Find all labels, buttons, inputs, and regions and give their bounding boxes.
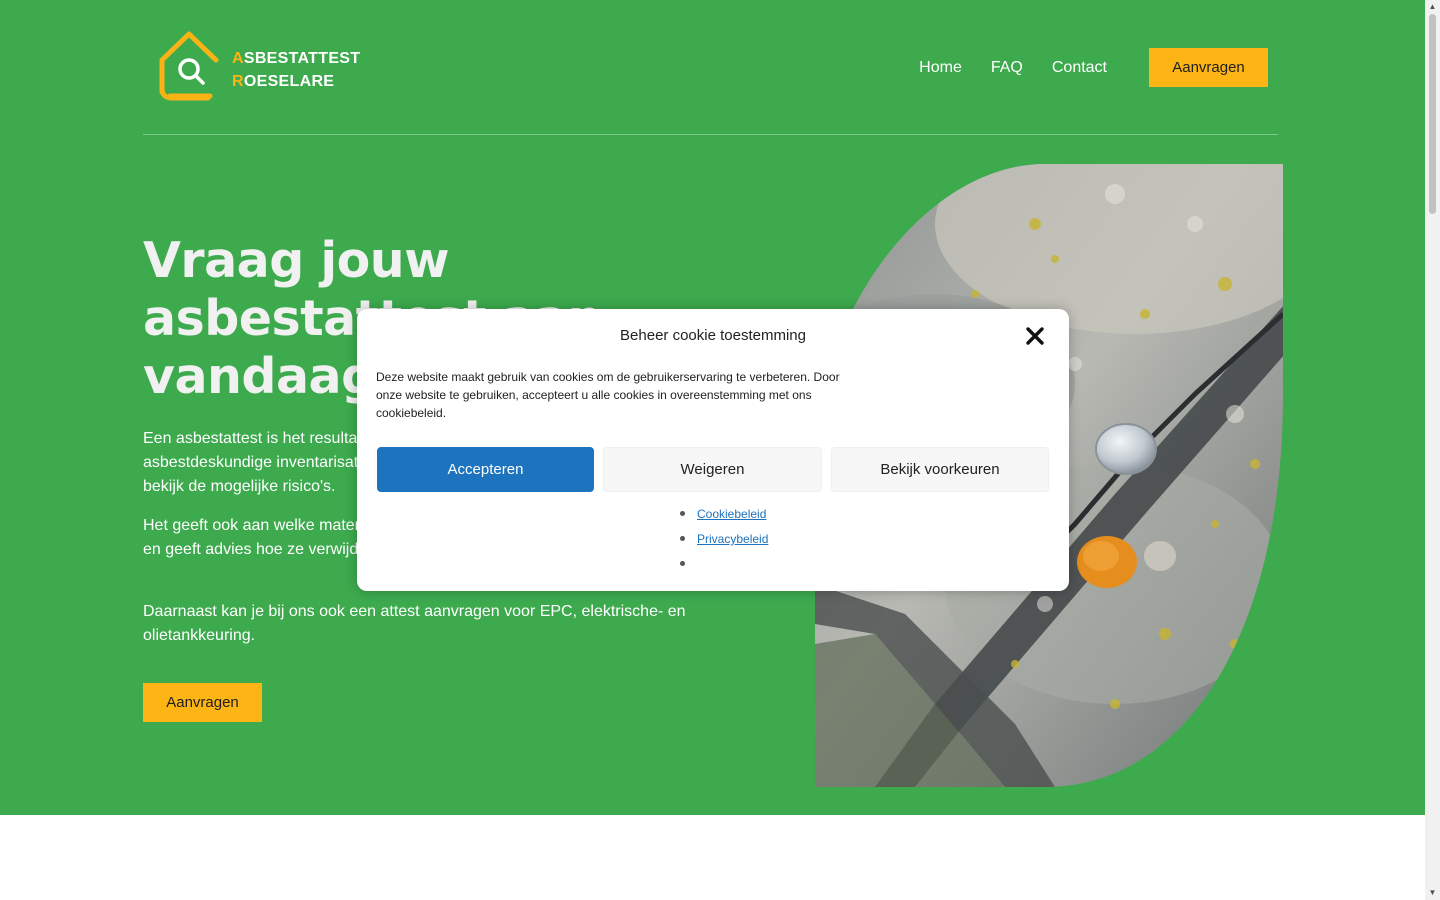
header-divider bbox=[143, 134, 1278, 135]
hero-aanvragen-button[interactable]: Aanvragen bbox=[143, 683, 262, 722]
nav-faq[interactable]: FAQ bbox=[991, 49, 1023, 87]
view-preferences-button[interactable]: Bekijk voorkeuren bbox=[831, 447, 1049, 492]
scrollbar-thumb[interactable] bbox=[1429, 14, 1436, 214]
cookie-policy-links: Cookiebeleid Privacybeleid bbox=[679, 505, 768, 580]
nav-home[interactable]: Home bbox=[919, 49, 962, 87]
nav-contact[interactable]: Contact bbox=[1052, 49, 1107, 87]
main-nav: Home FAQ Contact Aanvragen bbox=[919, 48, 1268, 87]
house-search-icon bbox=[159, 31, 219, 101]
deny-cookies-button[interactable]: Weigeren bbox=[603, 447, 822, 492]
close-icon[interactable] bbox=[1023, 324, 1047, 348]
logo-wordmark: ASBESTATTEST ROESELARE bbox=[232, 50, 361, 90]
accept-cookies-button[interactable]: Accepteren bbox=[377, 447, 594, 492]
list-item: Privacybeleid bbox=[679, 530, 768, 555]
cookie-policy-link[interactable]: Cookiebeleid bbox=[697, 507, 766, 521]
list-item bbox=[679, 555, 768, 580]
list-item: Cookiebeleid bbox=[679, 505, 768, 530]
cookie-consent-modal: Beheer cookie toestemming Deze website m… bbox=[357, 309, 1069, 591]
nav-aanvragen-button[interactable]: Aanvragen bbox=[1149, 48, 1268, 87]
cookie-modal-message: Deze website maakt gebruik van cookies o… bbox=[376, 370, 840, 420]
page-scrollbar[interactable]: ▲ ▼ bbox=[1425, 0, 1440, 900]
scroll-down-icon[interactable]: ▼ bbox=[1425, 886, 1440, 900]
site-logo[interactable]: ASBESTATTEST ROESELARE bbox=[158, 30, 360, 102]
scroll-up-icon[interactable]: ▲ bbox=[1425, 0, 1440, 14]
cookie-modal-title: Beheer cookie toestemming bbox=[620, 327, 806, 344]
hero-paragraph-3: Daarnaast kan je bij ons ook een attest … bbox=[143, 603, 686, 644]
privacy-policy-link[interactable]: Privacybeleid bbox=[697, 532, 768, 546]
